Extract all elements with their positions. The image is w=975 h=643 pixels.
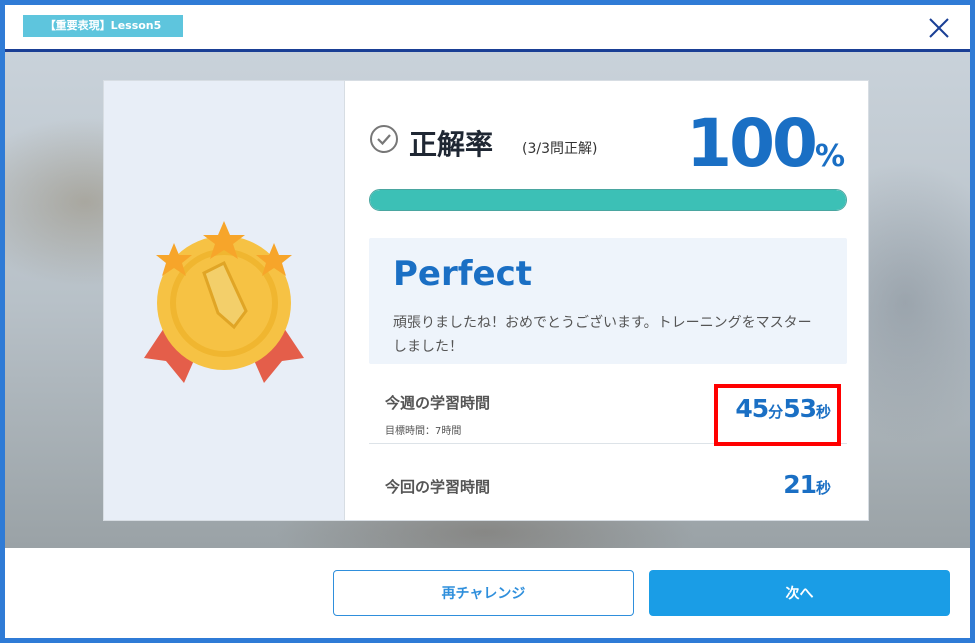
score-value: 100% (686, 105, 845, 182)
check-circle-icon (370, 125, 398, 153)
next-button[interactable]: 次へ (649, 570, 950, 616)
highlight-box (714, 384, 841, 446)
weekly-study-time-label: 今週の学習時間 (385, 394, 491, 412)
weekly-study-time-row: 今週の学習時間 目標時間：7時間 45分53秒 (369, 374, 847, 446)
dialog-header: 【重要表現】Lesson5 (5, 5, 970, 52)
perfect-message-box: Perfect 頑張りましたね！おめでとうございます。トレーニングをマスターしま… (369, 238, 847, 364)
current-study-time-label: 今回の学習時間 (385, 478, 491, 496)
score-subtitle: (3/3問正解) (522, 141, 598, 157)
current-study-time-value: 21秒 (783, 470, 831, 499)
perfect-message: 頑張りましたね！おめでとうございます。トレーニングをマスターしました！ (393, 315, 812, 355)
weekly-goal-note: 目標時間：7時間 (385, 426, 462, 437)
result-card: 正解率 (3/3問正解) 100% Perfect 頑張りましたね！おめでとうご… (103, 80, 869, 521)
current-seconds-unit: 秒 (815, 479, 831, 497)
retry-button[interactable]: 再チャレンジ (333, 570, 634, 616)
score-row: 正解率 (3/3問正解) 100% (369, 105, 845, 182)
medal-panel (104, 81, 345, 520)
score-number: 100 (686, 105, 818, 182)
dialog-footer: 再チャレンジ 次へ (5, 548, 970, 638)
close-icon (929, 18, 949, 38)
result-content: 正解率 (3/3問正解) 100% Perfect 頑張りましたね！おめでとうご… (345, 81, 868, 520)
close-button[interactable] (926, 15, 952, 41)
current-study-time-row: 今回の学習時間 21秒 (369, 456, 847, 516)
current-seconds: 21 (783, 470, 817, 499)
score-unit: % (814, 139, 845, 174)
perfect-title: Perfect (393, 254, 533, 294)
score-title: 正解率 (409, 128, 494, 161)
lesson-tag: 【重要表現】Lesson5 (23, 15, 183, 37)
score-progress-fill (370, 190, 846, 210)
score-progress-bar (369, 189, 847, 211)
gold-medal-icon (144, 221, 304, 383)
result-dialog: 【重要表現】Lesson5 正解率 (3/3問正解) 100% Perfect … (5, 5, 970, 638)
